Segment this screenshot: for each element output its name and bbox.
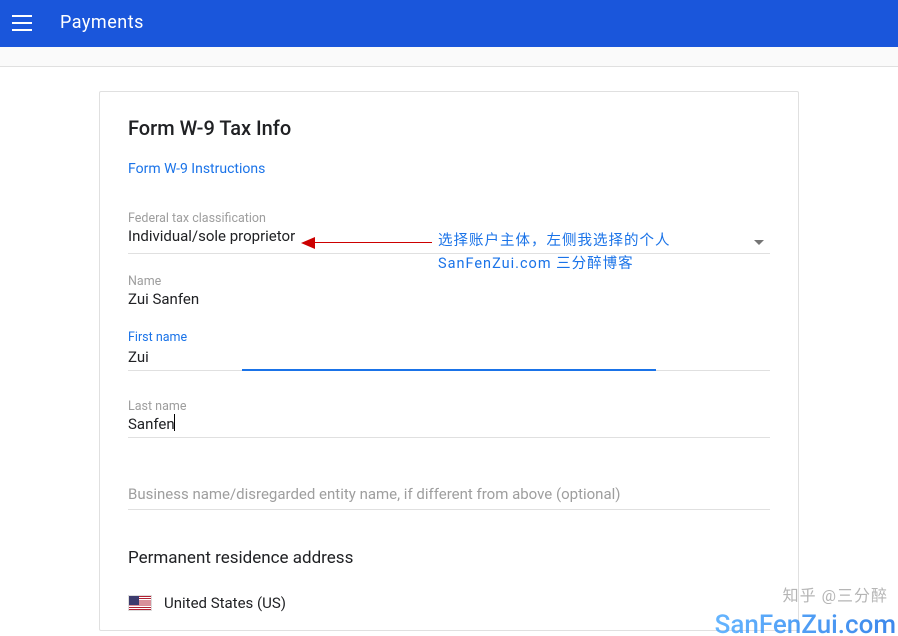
last-name-label: Last name	[128, 399, 770, 414]
address-heading: Permanent residence address	[128, 548, 770, 568]
first-name-label: First name	[128, 330, 770, 345]
instructions-link[interactable]: Form W-9 Instructions	[128, 161, 265, 177]
menu-icon[interactable]	[12, 11, 36, 35]
business-name-placeholder: Business name/disregarded entity name, i…	[128, 485, 621, 503]
classification-value: Individual/sole proprietor	[128, 224, 295, 245]
focus-indicator	[242, 369, 656, 371]
first-name-field[interactable]: First name	[128, 330, 770, 371]
country-row[interactable]: United States (US)	[128, 594, 770, 612]
form-heading: Form W-9 Tax Info	[128, 116, 770, 140]
annotation-text: 选择账户主体，左侧我选择的个人 SanFenZui.com 三分醉博客	[438, 229, 671, 275]
app-bar: Payments	[0, 0, 898, 47]
form-card: Form W-9 Tax Info Form W-9 Instructions …	[99, 91, 799, 631]
country-label: United States (US)	[164, 594, 286, 612]
app-title: Payments	[60, 12, 144, 33]
classification-field[interactable]: Federal tax classification Individual/so…	[128, 211, 770, 254]
chevron-down-icon	[754, 240, 764, 245]
first-name-input[interactable]	[128, 345, 770, 366]
name-label: Name	[128, 274, 770, 289]
text-cursor	[174, 414, 175, 431]
last-name-input[interactable]: Sanfen	[128, 412, 175, 433]
sub-bar	[0, 47, 898, 67]
name-value: Zui Sanfen	[128, 287, 199, 308]
name-field: Name Zui Sanfen	[128, 274, 770, 312]
business-name-field[interactable]: Business name/disregarded entity name, i…	[128, 482, 770, 510]
us-flag-icon	[128, 595, 152, 611]
arrow-annotation	[312, 242, 432, 243]
last-name-field[interactable]: Last name Sanfen	[128, 399, 770, 438]
